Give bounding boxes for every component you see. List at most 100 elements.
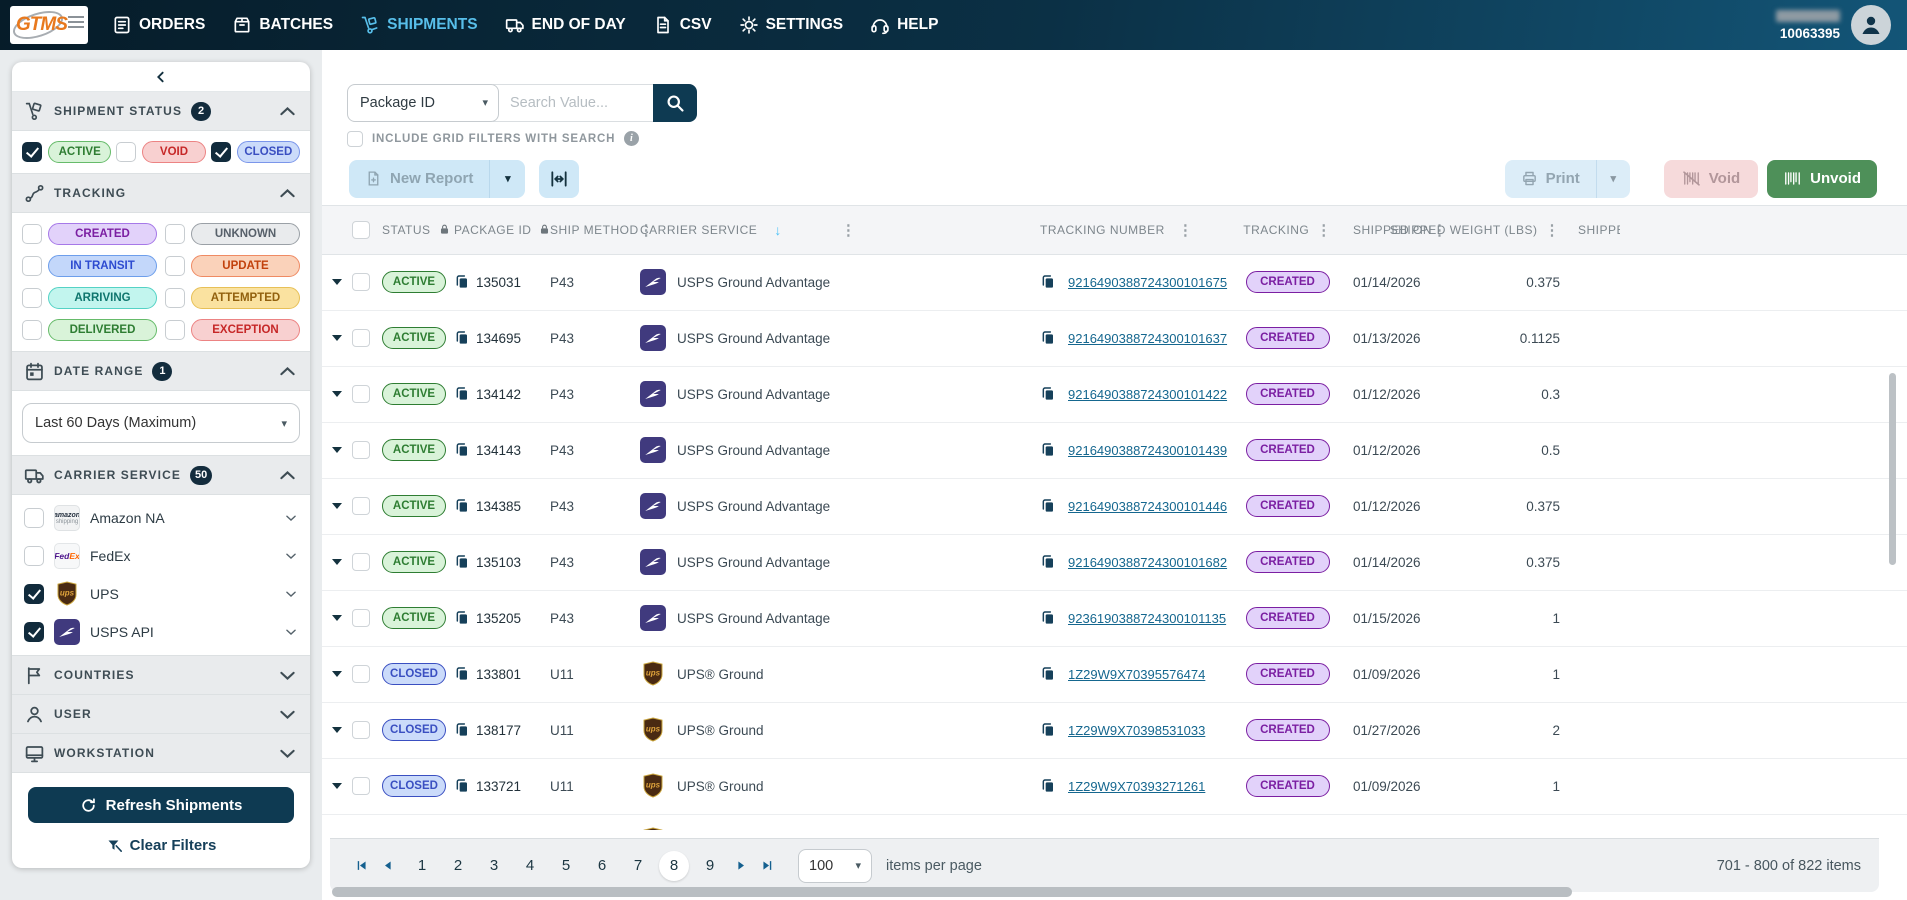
nav-item-settings[interactable]: SETTINGS	[739, 15, 844, 35]
tracking-number-link[interactable]: 9236190388724300101135	[1068, 611, 1226, 626]
column-header-weight[interactable]: SHIPPED WEIGHT (LBS)⋮	[1445, 206, 1570, 254]
search-input[interactable]	[493, 84, 653, 122]
tracking-number-link[interactable]: 9216490388724300101422	[1068, 387, 1227, 402]
gtms-logo[interactable]: GTMS	[10, 6, 88, 44]
filter-checkbox[interactable]	[165, 224, 185, 244]
nav-item-help[interactable]: HELP	[870, 15, 938, 35]
section-date-range[interactable]: DATE RANGE 1	[12, 352, 310, 391]
filter-pill-attempted[interactable]: ATTEMPTED	[191, 287, 300, 309]
copy-icon[interactable]	[454, 442, 470, 458]
tracking-number-link[interactable]: 1Z29W9X70398531033	[1068, 723, 1205, 738]
row-checkbox[interactable]	[352, 777, 370, 795]
filter-pill-closed[interactable]: CLOSED	[237, 141, 300, 163]
copy-icon[interactable]	[1040, 442, 1056, 458]
filter-checkbox[interactable]	[165, 288, 185, 308]
filter-checkbox[interactable]	[211, 142, 231, 162]
copy-icon[interactable]	[454, 778, 470, 794]
filter-checkbox[interactable]	[22, 224, 42, 244]
include-grid-filters-checkbox[interactable]	[347, 131, 363, 147]
column-header-pkg[interactable]: PACKAGE ID	[454, 206, 542, 254]
carrier-checkbox[interactable]	[24, 508, 44, 528]
column-menu-icon[interactable]: ⋮	[1545, 221, 1561, 239]
copy-icon[interactable]	[1040, 274, 1056, 290]
first-page-button[interactable]	[348, 853, 374, 879]
avatar[interactable]	[1851, 5, 1891, 45]
carrier-checkbox[interactable]	[24, 622, 44, 642]
copy-icon[interactable]	[1040, 722, 1056, 738]
row-checkbox[interactable]	[352, 385, 370, 403]
new-report-button[interactable]: New Report	[349, 160, 489, 198]
search-button[interactable]	[653, 84, 697, 122]
copy-icon[interactable]	[454, 498, 470, 514]
copy-icon[interactable]	[454, 330, 470, 346]
copy-icon[interactable]	[454, 610, 470, 626]
section-tracking[interactable]: TRACKING	[12, 174, 310, 213]
page-button-3[interactable]: 3	[479, 851, 509, 881]
row-expander[interactable]	[332, 727, 342, 733]
row-expander[interactable]	[332, 783, 342, 789]
next-page-button[interactable]	[728, 853, 754, 879]
filter-checkbox[interactable]	[165, 256, 185, 276]
print-dropdown-button[interactable]: ▾	[1596, 160, 1630, 198]
copy-icon[interactable]	[1040, 498, 1056, 514]
info-icon[interactable]: i	[624, 131, 639, 146]
row-checkbox[interactable]	[352, 329, 370, 347]
row-expander[interactable]	[332, 615, 342, 621]
filter-pill-void[interactable]: VOID	[142, 141, 205, 163]
copy-icon[interactable]	[454, 722, 470, 738]
column-header-status[interactable]: STATUS	[378, 206, 454, 254]
row-checkbox[interactable]	[352, 721, 370, 739]
tracking-number-link[interactable]: 1Z29W9X70393271261	[1068, 779, 1205, 794]
copy-icon[interactable]	[454, 554, 470, 570]
nav-item-csv[interactable]: CSV	[653, 15, 712, 35]
carrier-filter-usps-api[interactable]: USPS API	[12, 613, 310, 651]
row-checkbox[interactable]	[352, 497, 370, 515]
print-button[interactable]: Print	[1505, 160, 1596, 198]
new-report-dropdown-button[interactable]: ▾	[489, 160, 525, 198]
expand-columns-button[interactable]	[539, 160, 579, 198]
tracking-number-link[interactable]: 9216490388724300101439	[1068, 443, 1227, 458]
section-carrier-service[interactable]: CARRIER SERVICE 50	[12, 456, 310, 495]
copy-icon[interactable]	[1040, 554, 1056, 570]
unvoid-button[interactable]: Unvoid	[1767, 160, 1877, 198]
tracking-number-link[interactable]: 9216490388724300101682	[1068, 555, 1227, 570]
carrier-filter-fedex[interactable]: FedEx FedEx	[12, 537, 310, 575]
filter-pill-update[interactable]: UPDATE	[191, 255, 300, 277]
copy-icon[interactable]	[454, 274, 470, 290]
filter-pill-intransit[interactable]: IN TRANSIT	[48, 255, 157, 277]
row-checkbox[interactable]	[352, 441, 370, 459]
horizontal-scrollbar[interactable]	[332, 887, 1572, 897]
row-checkbox[interactable]	[352, 553, 370, 571]
section-user[interactable]: USER	[12, 695, 310, 734]
column-header-carrier[interactable]: CARRIER SERVICE↓⋮	[630, 206, 1040, 254]
tracking-number-link[interactable]: 9216490388724300101446	[1068, 499, 1227, 514]
copy-icon[interactable]	[1040, 666, 1056, 682]
filter-checkbox[interactable]	[116, 142, 136, 162]
nav-item-batches[interactable]: BATCHES	[232, 15, 333, 35]
clear-filters-button[interactable]: Clear Filters	[12, 825, 310, 868]
column-header-shipped[interactable]: SHIPPED	[1570, 206, 1620, 254]
copy-icon[interactable]	[1040, 778, 1056, 794]
void-button[interactable]: Void	[1664, 160, 1758, 198]
column-header-tracking[interactable]: TRACKING⋮	[1230, 206, 1345, 254]
column-menu-icon[interactable]: ⋮	[1178, 221, 1194, 239]
filter-pill-exception[interactable]: EXCEPTION	[191, 319, 300, 341]
row-expander[interactable]	[332, 503, 342, 509]
column-header-method[interactable]: SHIP METHOD⋮	[542, 206, 630, 254]
sidebar-collapse-button[interactable]	[12, 62, 310, 92]
tracking-number-link[interactable]: 9216490388724300101637	[1068, 331, 1227, 346]
filter-pill-delivered[interactable]: DELIVERED	[48, 319, 157, 341]
filter-pill-unknown[interactable]: UNKNOWN	[191, 223, 300, 245]
nav-item-orders[interactable]: ORDERS	[112, 15, 205, 35]
row-expander[interactable]	[332, 447, 342, 453]
nav-item-end-of-day[interactable]: END OF DAY	[505, 15, 626, 35]
last-page-button[interactable]	[754, 853, 780, 879]
copy-icon[interactable]	[454, 386, 470, 402]
page-button-9[interactable]: 9	[695, 851, 725, 881]
row-expander[interactable]	[332, 335, 342, 341]
user-block[interactable]: 10063395	[1776, 5, 1891, 45]
carrier-filter-amazon-na[interactable]: amazonshipping Amazon NA	[12, 499, 310, 537]
filter-pill-active[interactable]: ACTIVE	[48, 141, 111, 163]
copy-icon[interactable]	[454, 666, 470, 682]
section-shipment-status[interactable]: SHIPMENT STATUS 2	[12, 92, 310, 131]
